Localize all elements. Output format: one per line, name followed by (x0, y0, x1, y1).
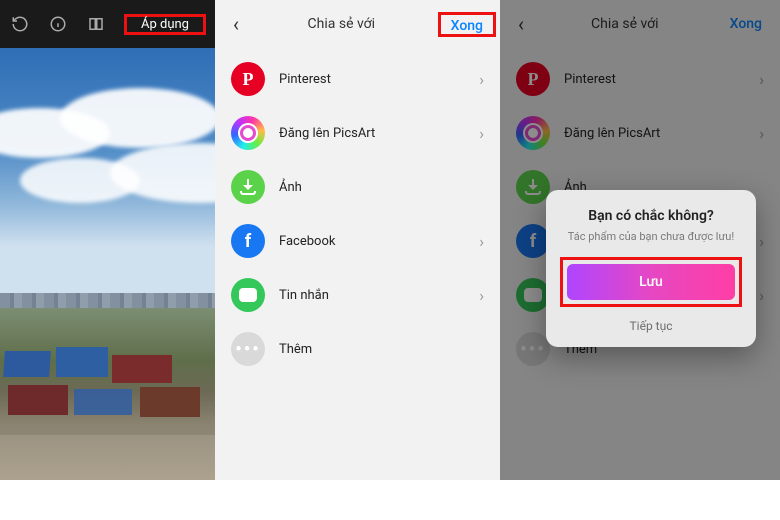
back-icon: ‹ (512, 12, 530, 36)
chevron-right-icon: › (479, 286, 484, 305)
save-highlight: Lưu (560, 257, 742, 307)
share-item-pinterest[interactable]: P Pinterest › (215, 52, 500, 106)
back-icon[interactable]: ‹ (227, 12, 245, 36)
share-item-label: Ảnh (279, 180, 484, 195)
picsart-icon (231, 116, 265, 150)
share-sheet: ‹ Chia sẻ với Xong P Pinterest › Đăng lê… (215, 0, 500, 520)
facebook-icon: f (231, 224, 265, 258)
chevron-right-icon: › (759, 286, 764, 305)
share-item-messages[interactable]: Tin nhắn › (215, 268, 500, 322)
share-title: Chia sẻ với (530, 16, 720, 32)
share-item-facebook[interactable]: f Facebook › (215, 214, 500, 268)
apply-button[interactable]: Áp dụng (127, 17, 203, 32)
compare-icon[interactable] (86, 14, 106, 34)
photo-editor: Áp dụng (0, 0, 215, 520)
share-item-label: Tin nhắn (279, 288, 479, 303)
list-item: Đăng lên PicsArt › (500, 106, 780, 160)
done-button: Xong (720, 8, 772, 40)
confirm-dialog: Bạn có chắc không? Tác phẩm của bạn chưa… (546, 190, 756, 347)
share-item-label: Đăng lên PicsArt (564, 126, 759, 141)
photos-icon (231, 170, 265, 204)
done-highlight: Xong (438, 12, 496, 37)
pinterest-icon: P (231, 62, 265, 96)
dialog-title: Bạn có chắc không? (560, 208, 742, 224)
share-item-label: Thêm (279, 342, 484, 357)
share-title: Chia sẻ với (245, 16, 438, 32)
apply-highlight: Áp dụng (124, 14, 206, 35)
editor-toolbar: Áp dụng (0, 0, 215, 48)
share-item-picsart[interactable]: Đăng lên PicsArt › (215, 106, 500, 160)
list-item: P Pinterest › (500, 52, 780, 106)
messages-icon (516, 278, 550, 312)
share-item-label: Pinterest (279, 72, 479, 87)
chevron-right-icon: › (759, 70, 764, 89)
more-icon: ••• (231, 332, 265, 366)
redo-icon[interactable] (10, 14, 30, 34)
dialog-subtitle: Tác phẩm của bạn chưa được lưu! (560, 230, 742, 243)
pinterest-icon: P (516, 62, 550, 96)
info-icon[interactable] (48, 14, 68, 34)
share-item-label: Facebook (279, 234, 479, 249)
share-item-label: Pinterest (564, 72, 759, 87)
picsart-icon (516, 116, 550, 150)
done-button[interactable]: Xong (441, 10, 493, 42)
share-list: P Pinterest › Đăng lên PicsArt › Ảnh f F… (215, 48, 500, 380)
more-icon: ••• (516, 332, 550, 366)
chevron-right-icon: › (759, 124, 764, 143)
messages-icon (231, 278, 265, 312)
chevron-right-icon: › (479, 124, 484, 143)
facebook-icon: f (516, 224, 550, 258)
share-header: ‹ Chia sẻ với Xong (215, 0, 500, 48)
share-item-more[interactable]: ••• Thêm (215, 322, 500, 376)
edited-photo (0, 48, 215, 520)
photos-icon (516, 170, 550, 204)
save-button[interactable]: Lưu (567, 264, 735, 300)
chevron-right-icon: › (759, 232, 764, 251)
continue-button[interactable]: Tiếp tục (560, 319, 742, 333)
share-item-label: Đăng lên PicsArt (279, 126, 479, 141)
chevron-right-icon: › (479, 70, 484, 89)
share-item-photos[interactable]: Ảnh (215, 160, 500, 214)
chevron-right-icon: › (479, 232, 484, 251)
